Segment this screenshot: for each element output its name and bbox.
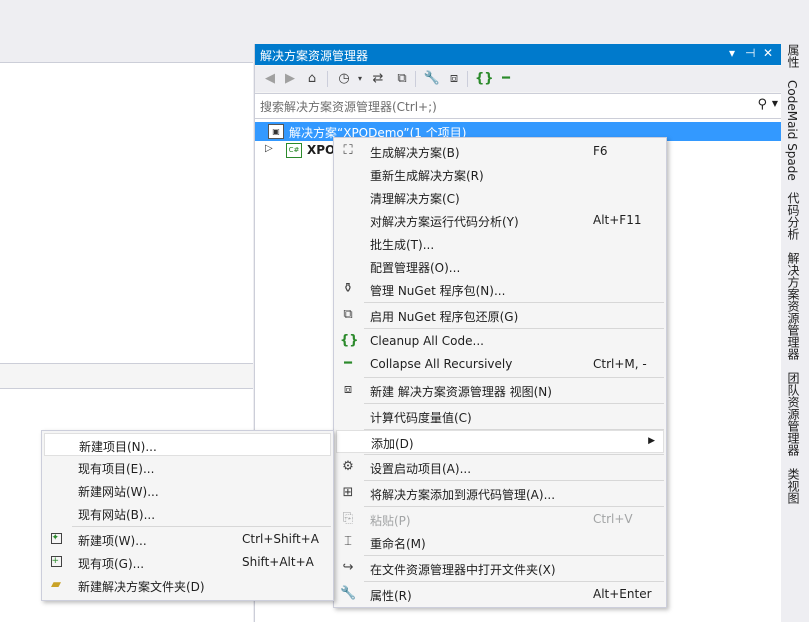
- submenu-item-new-item[interactable]: ✦ 新建项(W)... Ctrl+Shift+A: [44, 528, 331, 551]
- toolbar-separator: [467, 71, 468, 87]
- open-folder-icon: ↪: [342, 560, 354, 575]
- menu-separator: [364, 403, 664, 404]
- forward-icon[interactable]: ▶: [281, 70, 299, 88]
- context-menu: ⛶ 生成解决方案(B) F6 重新生成解决方案(R) 清理解决方案(C) 对解决…: [333, 137, 667, 608]
- toolbar-separator: [415, 71, 416, 87]
- chevron-down-icon[interactable]: ▼: [772, 99, 778, 108]
- menu-item-calculate-code-metrics[interactable]: 计算代码度量值(C): [336, 405, 664, 428]
- collapse-recursively-icon: ━: [344, 356, 352, 371]
- csharp-project-icon: C#: [286, 143, 302, 158]
- search-icon[interactable]: ⚲: [757, 97, 767, 112]
- menu-item-manage-nuget[interactable]: ⚱ 管理 NuGet 程序包(N)...: [336, 278, 664, 301]
- add-submenu: 新建项目(N)... 现有项目(E)... 新建网站(W)... 现有网站(B)…: [41, 430, 334, 601]
- menu-item-open-folder-in-explorer[interactable]: ↪ 在文件资源管理器中打开文件夹(X): [336, 557, 664, 580]
- submenu-item-new-project[interactable]: 新建项目(N)...: [44, 433, 331, 456]
- submenu-item-existing-project[interactable]: 现有项目(E)...: [44, 456, 331, 479]
- new-folder-icon: ▰: [51, 577, 61, 592]
- submenu-item-existing-website[interactable]: 现有网站(B)...: [44, 502, 331, 525]
- search-input[interactable]: 搜索解决方案资源管理器(Ctrl+;) ⚲ ▼: [255, 93, 781, 119]
- properties-icon[interactable]: 🔧: [423, 70, 441, 88]
- cleanup-code-icon: {}: [340, 333, 359, 348]
- menu-item-configuration-manager[interactable]: 配置管理器(O)...: [336, 255, 664, 278]
- menu-separator: [72, 526, 331, 527]
- build-icon: ⛶: [343, 143, 353, 158]
- menu-item-properties[interactable]: 🔧 属性(R) Alt+Enter: [336, 583, 664, 606]
- close-icon[interactable]: ✕: [763, 46, 773, 60]
- menu-item-rename[interactable]: ⌶ 重命名(M): [336, 531, 664, 554]
- window-position-dropdown-icon[interactable]: ▾: [729, 46, 735, 60]
- solution-explorer-title: 解决方案资源管理器: [260, 49, 369, 63]
- collapse-recursively-icon[interactable]: ━: [497, 70, 515, 88]
- editor-header: [0, 0, 253, 62]
- submenu-item-new-website[interactable]: 新建网站(W)...: [44, 479, 331, 502]
- menu-item-run-code-analysis[interactable]: 对解决方案运行代码分析(Y) Alt+F11: [336, 209, 664, 232]
- paste-icon: ⎘: [342, 511, 354, 526]
- menu-item-rebuild-solution[interactable]: 重新生成解决方案(R): [336, 163, 664, 186]
- menu-separator: [364, 328, 664, 329]
- submenu-arrow-icon: ▶: [648, 436, 655, 446]
- menu-item-enable-nuget-restore[interactable]: ⧉ 启用 NuGet 程序包还原(G): [336, 304, 664, 327]
- pin-icon[interactable]: ⊣: [745, 46, 755, 60]
- menu-item-batch-build[interactable]: 批生成(T)...: [336, 232, 664, 255]
- menu-separator: [364, 302, 664, 303]
- menu-item-clean-solution[interactable]: 清理解决方案(C): [336, 186, 664, 209]
- menu-item-add[interactable]: 添加(D) ▶: [336, 430, 664, 453]
- back-icon[interactable]: ◀: [261, 70, 279, 88]
- menu-separator: [364, 555, 664, 556]
- menu-separator: [364, 480, 664, 481]
- tab-class-view[interactable]: 类视图: [785, 468, 802, 504]
- nuget-icon: ⚱: [342, 281, 354, 296]
- toolbar-separator: [327, 71, 328, 87]
- source-control-icon: ⊞: [342, 485, 354, 500]
- solution-icon: ▣: [268, 124, 284, 139]
- menu-item-build-solution[interactable]: ⛶ 生成解决方案(B) F6: [336, 140, 664, 163]
- solution-explorer-toolbar: ◀ ▶ ⌂ ◷ ▾ ⇄ ⧉ 🔧 ⧈ {} ━: [255, 66, 781, 92]
- search-placeholder: 搜索解决方案资源管理器(Ctrl+;): [260, 100, 437, 114]
- existing-item-icon: +: [48, 554, 64, 570]
- tab-properties[interactable]: 属性: [785, 44, 802, 68]
- nuget-restore-icon: ⧉: [343, 307, 353, 322]
- menu-item-add-to-source-control[interactable]: ⊞ 将解决方案添加到源代码管理(A)...: [336, 482, 664, 505]
- new-item-icon: ✦: [48, 531, 64, 547]
- wrench-icon: 🔧: [340, 586, 357, 601]
- menu-item-set-startup-projects[interactable]: ⚙ 设置启动项目(A)...: [336, 456, 664, 479]
- editor-tab-row: [0, 363, 253, 389]
- cleanup-code-icon[interactable]: {}: [475, 70, 494, 88]
- home-icon[interactable]: ⌂: [303, 70, 321, 88]
- tree-item-label: XPO: [307, 143, 336, 157]
- tab-codemaid-spade[interactable]: CodeMaid Spade: [785, 80, 799, 181]
- submenu-item-existing-item[interactable]: + 现有项(G)... Shift+Alt+A: [44, 551, 331, 574]
- sync-icon[interactable]: ⇄: [369, 70, 387, 88]
- menu-separator: [364, 581, 664, 582]
- menu-item-collapse-all-recursively[interactable]: ━ Collapse All Recursively Ctrl+M, -: [336, 353, 664, 376]
- collapse-all-icon[interactable]: ⧉: [393, 70, 411, 88]
- tab-code-analysis[interactable]: 代码分析: [785, 192, 802, 240]
- menu-separator: [364, 506, 664, 507]
- menu-item-new-explorer-view[interactable]: ⧈ 新建 解决方案资源管理器 视图(N): [336, 379, 664, 402]
- menu-item-paste[interactable]: ⎘ 粘贴(P) Ctrl+V: [336, 508, 664, 531]
- expand-arrow-icon[interactable]: ▷: [265, 143, 273, 154]
- new-view-icon: ⧈: [343, 382, 353, 397]
- chevron-down-icon[interactable]: ▾: [351, 70, 369, 88]
- tab-solution-explorer[interactable]: 解决方案资源管理器: [785, 252, 802, 360]
- rename-icon: ⌶: [344, 534, 352, 549]
- preview-icon[interactable]: ⧈: [445, 70, 463, 88]
- submenu-item-new-solution-folder[interactable]: ▰ 新建解决方案文件夹(D): [44, 574, 331, 597]
- solution-explorer-titlebar: 解决方案资源管理器 ▾ ⊣ ✕: [255, 44, 781, 65]
- gear-icon: ⚙: [342, 459, 354, 474]
- menu-separator: [364, 377, 664, 378]
- side-tab-strip: 属性 CodeMaid Spade 代码分析 解决方案资源管理器 团队资源管理器…: [781, 44, 809, 622]
- editor-pane[interactable]: [0, 63, 253, 363]
- menu-separator: [364, 454, 664, 455]
- tab-team-explorer[interactable]: 团队资源管理器: [785, 372, 802, 456]
- menu-item-cleanup-all-code[interactable]: {} Cleanup All Code...: [336, 330, 664, 353]
